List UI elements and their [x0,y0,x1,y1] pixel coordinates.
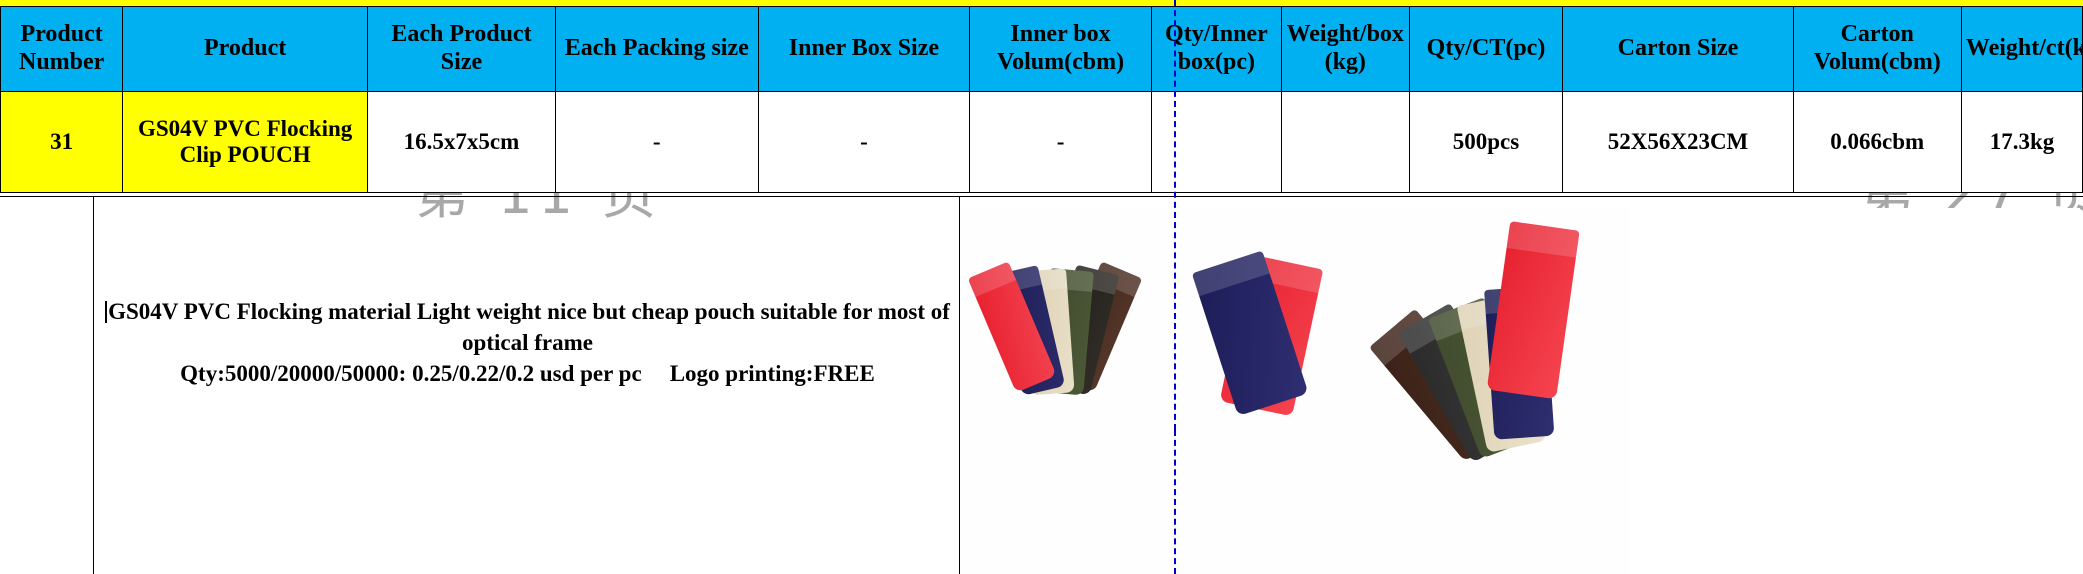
col-header-inner-box-size[interactable]: Inner Box Size [757,6,971,92]
col-header-product-number[interactable]: Product Number [0,6,124,92]
table-row[interactable]: 31 GS04V PVC Flocking Clip POUCH 16.5x7x… [0,91,2083,193]
cell-each-product-size[interactable]: 16.5x7x5cm [366,91,557,193]
detail-panel-left-border [93,196,94,574]
col-header-inner-box-volum[interactable]: Inner box Volum(cbm) [969,6,1152,92]
pouch-red-icon [1486,221,1580,400]
cell-weight-ct[interactable]: 17.3kg [1960,91,2083,193]
cell-qty-inner-box[interactable] [1150,91,1282,193]
product-spec-table: Product Number Product Each Product Size… [0,6,2083,193]
cell-inner-box-volum[interactable]: - [969,91,1152,193]
cell-each-packing-size[interactable]: - [555,91,759,193]
product-description[interactable]: GS04V PVC Flocking material Light weight… [100,296,955,389]
page-break-line [1174,0,1176,430]
col-header-weight-box[interactable]: Weight/box (kg) [1280,6,1410,92]
col-header-qty-ct[interactable]: Qty/CT(pc) [1408,6,1564,92]
spreadsheet-sheet: 第 11 页 第 27 页 Product Number Product Eac… [0,0,2083,574]
cell-qty-ct[interactable]: 500pcs [1408,91,1564,193]
col-header-each-product-size[interactable]: Each Product Size [366,6,557,92]
col-header-carton-size[interactable]: Carton Size [1562,6,1794,92]
description-line-1: GS04V PVC Flocking material Light weight… [100,296,955,358]
text-cursor-caret [105,301,108,323]
cell-product-number[interactable]: 31 [0,91,124,193]
cell-carton-volum[interactable]: 0.066cbm [1792,91,1962,193]
page-break-line-lower [1174,430,1176,574]
detail-panel-top-border [0,196,2083,197]
detail-panel: GS04V PVC Flocking material Light weight… [0,196,2083,574]
cell-carton-size[interactable]: 52X56X23CM [1562,91,1794,193]
cell-product[interactable]: GS04V PVC Flocking Clip POUCH [122,91,368,193]
col-header-each-packing-size[interactable]: Each Packing size [555,6,759,92]
product-photo-pouch-pair-navy-red[interactable] [1172,208,1372,574]
table-header-row: Product Number Product Each Product Size… [0,6,2083,92]
product-photo-group [960,208,2080,574]
cell-inner-box-size[interactable]: - [757,91,971,193]
cell-weight-box[interactable] [1280,91,1410,193]
product-photo-pouch-stack-multicolor[interactable] [1360,208,1630,574]
col-header-carton-volum[interactable]: Carton Volum(cbm) [1792,6,1962,92]
col-header-qty-inner-box[interactable]: Qty/Inner box(pc) [1150,6,1282,92]
col-header-weight-ct[interactable]: Weight/ct(kg) [1960,6,2083,92]
product-photo-pouch-fan-six-colors[interactable] [960,208,1168,574]
description-line-2: Qty:5000/20000/50000: 0.25/0.22/0.2 usd … [180,361,875,387]
col-header-product[interactable]: Product [122,6,368,92]
